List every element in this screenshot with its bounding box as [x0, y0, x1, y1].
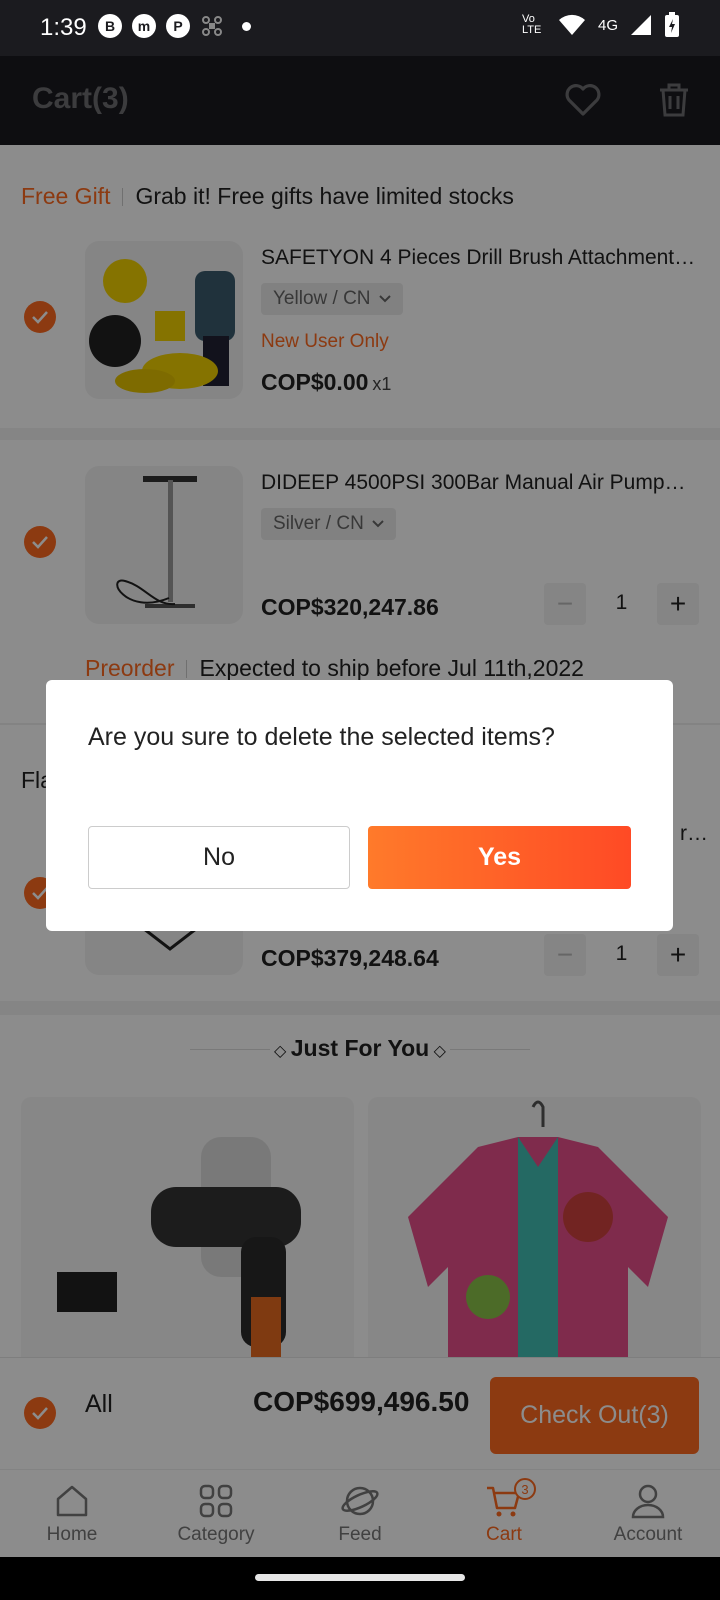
- signal-icon: [631, 15, 651, 35]
- status-right: Vo LTE 4G: [522, 12, 680, 38]
- notification-p-icon: P: [166, 14, 190, 38]
- yes-button[interactable]: Yes: [368, 826, 631, 889]
- messenger-icon: m: [132, 14, 156, 38]
- more-notifications-dot: [242, 21, 251, 31]
- notification-b-icon: B: [98, 14, 122, 38]
- wifi-icon: [558, 14, 585, 35]
- battery-icon: [665, 12, 679, 37]
- notification-icons: B m P: [98, 14, 251, 38]
- drone-icon: [202, 16, 222, 36]
- status-time: 1:39: [40, 14, 87, 41]
- status-bar: 1:39 B m P Vo LTE 4G: [0, 0, 720, 56]
- volte-indicator: Vo LTE: [521, 13, 542, 36]
- home-gesture-bar[interactable]: [255, 1574, 465, 1581]
- system-nav-bar: [0, 1557, 720, 1600]
- network-type: 4G: [597, 16, 618, 34]
- no-button[interactable]: No: [88, 826, 350, 889]
- delete-confirm-dialog: Are you sure to delete the selected item…: [46, 680, 673, 931]
- dialog-message: Are you sure to delete the selected item…: [88, 723, 555, 751]
